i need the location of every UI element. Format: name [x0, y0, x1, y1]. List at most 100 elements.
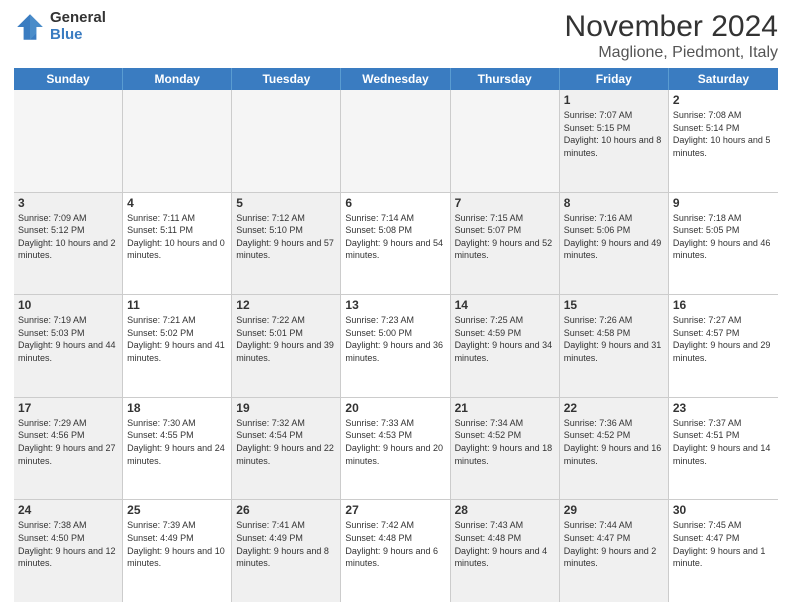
calendar-cell: 12Sunrise: 7:22 AM Sunset: 5:01 PM Dayli… — [232, 295, 341, 397]
page-container: General Blue November 2024 Maglione, Pie… — [0, 0, 792, 612]
header-day-friday: Friday — [560, 68, 669, 90]
day-info: Sunrise: 7:42 AM Sunset: 4:48 PM Dayligh… — [345, 519, 445, 569]
day-number: 26 — [236, 503, 336, 517]
day-info: Sunrise: 7:44 AM Sunset: 4:47 PM Dayligh… — [564, 519, 664, 569]
day-info: Sunrise: 7:11 AM Sunset: 5:11 PM Dayligh… — [127, 212, 227, 262]
day-number: 6 — [345, 196, 445, 210]
calendar-cell: 8 Sunrise: 7:16 AM Sunset: 5:06 PM Daylig… — [560, 193, 669, 295]
day-number: 3 — [18, 196, 118, 210]
calendar-cell: 1 Sunrise: 7:07 AM Sunset: 5:15 PM Daylig… — [560, 90, 669, 192]
location-title: Maglione, Piedmont, Italy — [565, 44, 778, 62]
calendar-week-3: 10 Sunrise: 7:19 AM Sunset: 5:03 PM Dayli… — [14, 295, 778, 398]
calendar-cell: 22 Sunrise: 7:36 AM Sunset: 4:52 PM Dayli… — [560, 398, 669, 500]
calendar-cell: 15 Sunrise: 7:26 AM Sunset: 4:58 PM Dayli… — [560, 295, 669, 397]
calendar-cell: 21 Sunrise: 7:34 AM Sunset: 4:52 PM Dayli… — [451, 398, 560, 500]
day-info: Sunrise: 7:18 AM Sunset: 5:05 PM Dayligh… — [673, 212, 774, 262]
calendar-week-5: 24 Sunrise: 7:38 AM Sunset: 4:50 PM Dayli… — [14, 500, 778, 602]
day-info: Sunrise: 7:38 AM Sunset: 4:50 PM Dayligh… — [18, 519, 118, 569]
calendar-cell: 6 Sunrise: 7:14 AM Sunset: 5:08 PM Daylig… — [341, 193, 450, 295]
day-number: 24 — [18, 503, 118, 517]
day-number: 2 — [673, 93, 774, 107]
day-info: Sunrise: 7:43 AM Sunset: 4:48 PM Dayligh… — [455, 519, 555, 569]
day-number: 11 — [127, 298, 227, 312]
day-number: 16 — [673, 298, 774, 312]
header-day-saturday: Saturday — [669, 68, 778, 90]
day-number: 17 — [18, 401, 118, 415]
calendar-week-2: 3 Sunrise: 7:09 AM Sunset: 5:12 PM Daylig… — [14, 193, 778, 296]
day-number: 27 — [345, 503, 445, 517]
day-info: Sunrise: 7:09 AM Sunset: 5:12 PM Dayligh… — [18, 212, 118, 262]
day-number: 15 — [564, 298, 664, 312]
header-day-sunday: Sunday — [14, 68, 123, 90]
header-day-thursday: Thursday — [451, 68, 560, 90]
calendar-week-1: 1 Sunrise: 7:07 AM Sunset: 5:15 PM Daylig… — [14, 90, 778, 193]
day-number: 30 — [673, 503, 774, 517]
calendar-cell: 2 Sunrise: 7:08 AM Sunset: 5:14 PM Daylig… — [669, 90, 778, 192]
calendar-cell: 20 Sunrise: 7:33 AM Sunset: 4:53 PM Dayli… — [341, 398, 450, 500]
logo-text: General Blue — [50, 10, 106, 43]
day-info: Sunrise: 7:34 AM Sunset: 4:52 PM Dayligh… — [455, 417, 555, 467]
calendar-cell: 13Sunrise: 7:23 AM Sunset: 5:00 PM Dayli… — [341, 295, 450, 397]
day-number: 29 — [564, 503, 664, 517]
calendar-cell: 3 Sunrise: 7:09 AM Sunset: 5:12 PM Daylig… — [14, 193, 123, 295]
day-info: Sunrise: 7:33 AM Sunset: 4:53 PM Dayligh… — [345, 417, 445, 467]
day-number: 1 — [564, 93, 664, 107]
title-block: November 2024 Maglione, Piedmont, Italy — [565, 10, 778, 62]
day-info: Sunrise: 7:12 AM Sunset: 5:10 PM Dayligh… — [236, 212, 336, 262]
calendar-cell: 30 Sunrise: 7:45 AM Sunset: 4:47 PM Dayli… — [669, 500, 778, 602]
header-day-wednesday: Wednesday — [341, 68, 450, 90]
day-number: 7 — [455, 196, 555, 210]
logo-general-text: General — [50, 10, 106, 27]
day-info: Sunrise: 7:26 AM Sunset: 4:58 PM Dayligh… — [564, 314, 664, 364]
day-number: 13 — [345, 298, 445, 312]
day-number: 8 — [564, 196, 664, 210]
calendar-cell: 26 Sunrise: 7:41 AM Sunset: 4:49 PM Dayli… — [232, 500, 341, 602]
calendar-cell: 23 Sunrise: 7:37 AM Sunset: 4:51 PM Dayli… — [669, 398, 778, 500]
day-info: Sunrise: 7:15 AM Sunset: 5:07 PM Dayligh… — [455, 212, 555, 262]
calendar-cell: 7 Sunrise: 7:15 AM Sunset: 5:07 PM Daylig… — [451, 193, 560, 295]
calendar-cell: 4Sunrise: 7:11 AM Sunset: 5:11 PM Daylig… — [123, 193, 232, 295]
day-number: 21 — [455, 401, 555, 415]
header-day-tuesday: Tuesday — [232, 68, 341, 90]
day-number: 20 — [345, 401, 445, 415]
calendar-cell: 29 Sunrise: 7:44 AM Sunset: 4:47 PM Dayli… — [560, 500, 669, 602]
header: General Blue November 2024 Maglione, Pie… — [14, 10, 778, 62]
day-number: 19 — [236, 401, 336, 415]
day-number: 28 — [455, 503, 555, 517]
logo-icon — [14, 11, 46, 43]
calendar-cell: 18Sunrise: 7:30 AM Sunset: 4:55 PM Dayli… — [123, 398, 232, 500]
calendar-cell: 11Sunrise: 7:21 AM Sunset: 5:02 PM Dayli… — [123, 295, 232, 397]
calendar-header: SundayMondayTuesdayWednesdayThursdayFrid… — [14, 68, 778, 90]
calendar-cell — [14, 90, 123, 192]
calendar-cell: 14Sunrise: 7:25 AM Sunset: 4:59 PM Dayli… — [451, 295, 560, 397]
day-info: Sunrise: 7:45 AM Sunset: 4:47 PM Dayligh… — [673, 519, 774, 569]
day-number: 9 — [673, 196, 774, 210]
calendar-cell: 5Sunrise: 7:12 AM Sunset: 5:10 PM Daylig… — [232, 193, 341, 295]
day-info: Sunrise: 7:19 AM Sunset: 5:03 PM Dayligh… — [18, 314, 118, 364]
calendar-cell — [232, 90, 341, 192]
header-day-monday: Monday — [123, 68, 232, 90]
month-title: November 2024 — [565, 10, 778, 44]
day-info: Sunrise: 7:25 AM Sunset: 4:59 PM Dayligh… — [455, 314, 555, 364]
day-number: 18 — [127, 401, 227, 415]
day-info: Sunrise: 7:37 AM Sunset: 4:51 PM Dayligh… — [673, 417, 774, 467]
calendar-body: 1 Sunrise: 7:07 AM Sunset: 5:15 PM Daylig… — [14, 90, 778, 602]
day-info: Sunrise: 7:07 AM Sunset: 5:15 PM Dayligh… — [564, 109, 664, 159]
day-info: Sunrise: 7:29 AM Sunset: 4:56 PM Dayligh… — [18, 417, 118, 467]
calendar-cell: 16Sunrise: 7:27 AM Sunset: 4:57 PM Dayli… — [669, 295, 778, 397]
calendar-cell: 9 Sunrise: 7:18 AM Sunset: 5:05 PM Daylig… — [669, 193, 778, 295]
day-info: Sunrise: 7:08 AM Sunset: 5:14 PM Dayligh… — [673, 109, 774, 159]
calendar-cell: 28 Sunrise: 7:43 AM Sunset: 4:48 PM Dayli… — [451, 500, 560, 602]
day-number: 12 — [236, 298, 336, 312]
day-info: Sunrise: 7:32 AM Sunset: 4:54 PM Dayligh… — [236, 417, 336, 467]
day-info: Sunrise: 7:16 AM Sunset: 5:06 PM Dayligh… — [564, 212, 664, 262]
day-info: Sunrise: 7:41 AM Sunset: 4:49 PM Dayligh… — [236, 519, 336, 569]
day-info: Sunrise: 7:36 AM Sunset: 4:52 PM Dayligh… — [564, 417, 664, 467]
logo-blue-text: Blue — [50, 27, 106, 44]
day-number: 23 — [673, 401, 774, 415]
day-number: 22 — [564, 401, 664, 415]
day-info: Sunrise: 7:14 AM Sunset: 5:08 PM Dayligh… — [345, 212, 445, 262]
day-number: 10 — [18, 298, 118, 312]
calendar-cell — [451, 90, 560, 192]
calendar-cell: 10 Sunrise: 7:19 AM Sunset: 5:03 PM Dayli… — [14, 295, 123, 397]
